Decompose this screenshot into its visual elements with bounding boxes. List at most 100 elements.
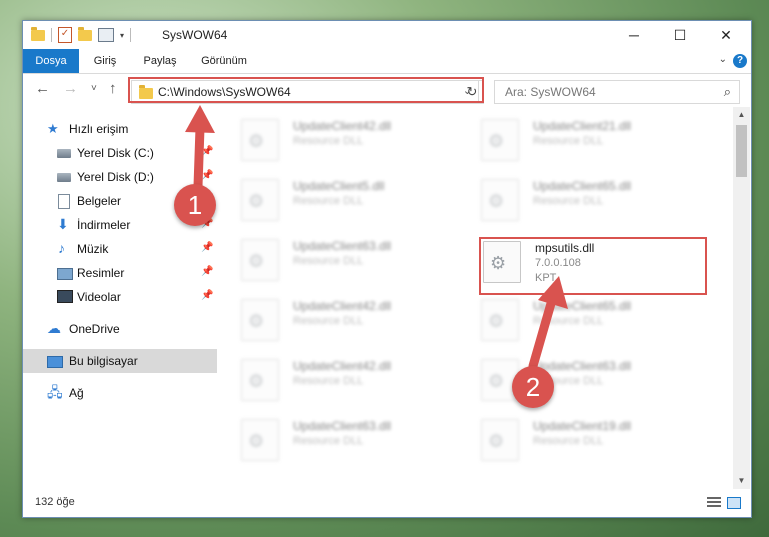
sidebar-item-this-pc[interactable]: Bu bilgisayar <box>23 349 217 373</box>
sidebar-item-label: Ağ <box>69 386 84 400</box>
step-1-badge: 1 <box>174 184 216 226</box>
computer-icon <box>47 356 63 368</box>
dll-file-icon <box>241 119 279 161</box>
separator <box>130 28 132 42</box>
sidebar-item-quick-access[interactable]: ★ Hızlı erişim <box>23 117 217 141</box>
details-view-icon[interactable] <box>707 497 721 509</box>
forward-button[interactable]: → <box>63 81 78 97</box>
tiles-view-icon[interactable] <box>727 497 741 509</box>
file-name: UpdateClient65.dll <box>533 299 632 313</box>
file-description: Resource DLL <box>533 195 604 207</box>
chevron-down-icon[interactable]: ⌄ <box>719 54 727 65</box>
file-name: UpdateClient65.dll <box>533 179 632 193</box>
dll-file-icon <box>483 241 521 283</box>
file-description: Resource DLL <box>293 255 364 267</box>
address-bar[interactable]: C:\Windows\SysWOW64 ⌄ <box>131 80 479 104</box>
file-item[interactable]: UpdateClient19.dll Resource DLL <box>481 417 701 473</box>
tab-file[interactable]: Dosya <box>23 49 79 73</box>
title-bar: ✓ ▾ SysWOW64 ─ ☐ ✕ <box>23 21 751 49</box>
close-button[interactable]: ✕ <box>703 21 749 49</box>
sidebar-item-local-disk-c[interactable]: Yerel Disk (C:) 📌 <box>23 141 217 165</box>
file-description: Resource DLL <box>293 315 364 327</box>
pictures-icon <box>57 268 73 280</box>
file-company: KPT <box>535 272 557 284</box>
disk-icon <box>57 149 71 158</box>
vertical-scrollbar[interactable]: ▲ ▼ <box>733 107 750 489</box>
sidebar-item-label: Yerel Disk (D:) <box>77 170 154 184</box>
tab-share[interactable]: Paylaş <box>135 49 185 73</box>
pin-icon[interactable]: 📌 <box>201 242 213 253</box>
sidebar-item-label: Hızlı erişim <box>69 122 129 136</box>
file-description: Resource DLL <box>533 435 604 447</box>
file-description: Resource DLL <box>293 195 364 207</box>
tab-view[interactable]: Görünüm <box>193 49 255 73</box>
dll-file-icon <box>241 179 279 221</box>
step-2-badge: 2 <box>512 366 554 408</box>
refresh-button[interactable]: ↻ <box>461 80 484 104</box>
file-name: UpdateClient42.dll <box>293 359 392 373</box>
search-input[interactable]: Ara: SysWOW64 ⌕ <box>494 80 740 104</box>
documents-icon <box>58 194 70 209</box>
search-icon[interactable]: ⌕ <box>724 84 731 100</box>
back-button[interactable]: ← <box>35 81 50 97</box>
properties-check-icon[interactable]: ✓ <box>58 27 72 43</box>
file-name: UpdateClient42.dll <box>293 299 392 313</box>
up-button[interactable]: ↑ <box>109 81 117 97</box>
file-item[interactable]: UpdateClient65.dll Resource DLL <box>481 297 701 353</box>
customize-qa-icon[interactable] <box>98 28 114 42</box>
dll-file-icon <box>241 419 279 461</box>
sidebar-item-onedrive[interactable]: ☁ OneDrive <box>23 317 217 341</box>
new-folder-icon[interactable] <box>78 26 92 41</box>
tab-home[interactable]: Giriş <box>85 49 125 73</box>
sidebar-item-music[interactable]: ♪ Müzik 📌 <box>23 237 217 261</box>
maximize-button[interactable]: ☐ <box>657 21 703 49</box>
file-item[interactable]: UpdateClient5.dll Resource DLL <box>241 177 461 233</box>
dll-file-icon <box>481 419 519 461</box>
file-name: mpsutils.dll <box>535 241 595 255</box>
file-item[interactable]: UpdateClient42.dll Resource DLL <box>241 357 461 413</box>
file-item[interactable]: UpdateClient63.dll Resource DLL <box>241 417 461 473</box>
address-path[interactable]: C:\Windows\SysWOW64 <box>158 85 291 99</box>
file-item[interactable]: UpdateClient65.dll Resource DLL <box>481 177 701 233</box>
file-item[interactable]: UpdateClient42.dll Resource DLL <box>241 117 461 173</box>
sidebar-item-label: Bu bilgisayar <box>69 354 138 368</box>
help-icon[interactable]: ? <box>733 54 747 68</box>
file-item[interactable]: UpdateClient63.dll Resource DLL <box>241 237 461 293</box>
scroll-up-icon[interactable]: ▲ <box>733 107 750 123</box>
pin-icon[interactable]: 📌 <box>201 290 213 301</box>
pin-icon[interactable]: 📌 <box>201 170 213 181</box>
sidebar-item-pictures[interactable]: Resimler 📌 <box>23 261 217 285</box>
file-list: UpdateClient42.dll Resource DLL UpdateCl… <box>217 107 733 489</box>
file-item[interactable]: UpdateClient42.dll Resource DLL <box>241 297 461 353</box>
sidebar-item-videos[interactable]: Videolar 📌 <box>23 285 217 309</box>
file-item-mpsutils[interactable]: mpsutils.dll 7.0.0.108 KPT <box>483 239 703 295</box>
minimize-button[interactable]: ─ <box>611 21 657 49</box>
file-description: Resource DLL <box>293 135 364 147</box>
scroll-thumb[interactable] <box>736 125 747 177</box>
folder-icon <box>31 26 45 41</box>
file-version: 7.0.0.108 <box>535 257 581 269</box>
recent-locations-button[interactable]: ˅ <box>91 81 97 97</box>
folder-icon <box>139 85 153 99</box>
sidebar-item-label: Resimler <box>77 266 125 280</box>
cloud-icon: ☁ <box>47 320 61 336</box>
sidebar-item-network[interactable]: 🖧 Ağ <box>23 381 217 405</box>
sidebar-item-label: Müzik <box>77 242 109 256</box>
scroll-down-icon[interactable]: ▼ <box>733 473 750 489</box>
pin-icon[interactable]: 📌 <box>201 146 213 157</box>
file-description: Resource DLL <box>533 315 604 327</box>
dll-file-icon <box>481 179 519 221</box>
dll-file-icon <box>241 239 279 281</box>
dll-file-icon <box>481 119 519 161</box>
ribbon-tabs: Dosya Giriş Paylaş Görünüm ⌄ ? <box>23 49 751 74</box>
music-icon: ♪ <box>58 240 65 256</box>
window-title: SysWOW64 <box>162 28 228 42</box>
sidebar-item-label: İndirmeler <box>77 218 131 232</box>
file-item[interactable]: UpdateClient21.dll Resource DLL <box>481 117 701 173</box>
file-name: UpdateClient21.dll <box>533 119 632 133</box>
network-icon: 🖧 <box>47 384 63 400</box>
explorer-window: ✓ ▾ SysWOW64 ─ ☐ ✕ Dosya Giriş Paylaş Gö… <box>22 20 752 518</box>
file-description: Resource DLL <box>293 375 364 387</box>
chevron-down-icon[interactable]: ▾ <box>120 31 124 40</box>
pin-icon[interactable]: 📌 <box>201 266 213 277</box>
